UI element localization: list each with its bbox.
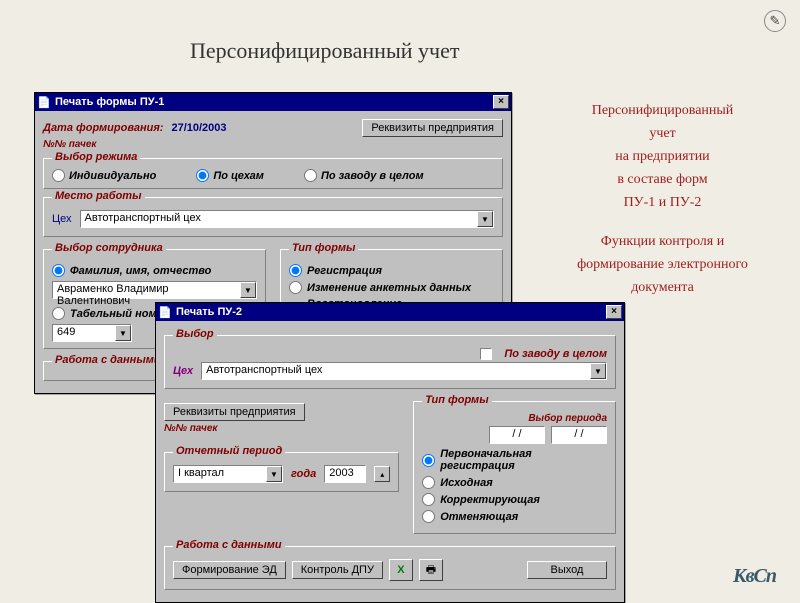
corner-badge-icon: ✎ [764, 10, 786, 32]
side-description: Персонифицированный учет на предприятии … [540, 100, 785, 300]
shop-select[interactable]: Автотранспортный цех ▼ [201, 362, 607, 380]
checkbox-whole-factory[interactable] [480, 348, 492, 360]
select-value: Автотранспортный цех [206, 364, 322, 376]
window-title: Печать формы ПУ-1 [55, 96, 493, 108]
radio-fio[interactable]: Фамилия, имя, отчество [52, 264, 257, 277]
radio-by-shop[interactable]: По цехам [196, 169, 264, 182]
radio-label: Фамилия, имя, отчество [70, 265, 211, 277]
radio-whole-factory[interactable]: По заводу в целом [304, 169, 424, 182]
group-legend: Отчетный период [173, 445, 285, 457]
radio-label: По цехам [213, 170, 264, 182]
fio-select[interactable]: Авраменко Владимир Валентинович ▼ [52, 281, 257, 299]
group-report-period: Отчетный период I квартал ▼ года 2003 ▴ [164, 452, 399, 492]
group-legend: Выбор сотрудника [52, 242, 166, 254]
input-value: / / [512, 428, 521, 440]
packs-label: №№ пачек [43, 139, 96, 150]
radio-label: Исходная [440, 477, 493, 489]
tabno-select[interactable]: 649 ▼ [52, 324, 132, 342]
group-legend: Место работы [52, 190, 145, 202]
radio-individual[interactable]: Индивидуально [52, 169, 156, 182]
side-line: Функции контроля и [540, 231, 785, 252]
side-line: документа [540, 277, 785, 298]
select-value: I квартал [178, 467, 224, 479]
date-from-input[interactable]: / / [489, 426, 545, 444]
packs-label: №№ пачек [164, 423, 217, 434]
system-menu-icon[interactable]: 📄 [37, 95, 51, 109]
group-work-data: Работа с данными Формирование ЭД Контрол… [164, 546, 616, 590]
radio-label: Корректирующая [440, 494, 540, 506]
close-button[interactable]: × [493, 95, 509, 109]
date-to-input[interactable]: / / [551, 426, 607, 444]
close-button[interactable]: × [606, 305, 622, 319]
quarter-select[interactable]: I квартал ▼ [173, 465, 283, 483]
chevron-down-icon[interactable]: ▼ [477, 211, 493, 227]
group-legend: Работа с данными [173, 539, 285, 551]
side-line: ПУ-1 и ПУ-2 [540, 192, 785, 213]
select-value: 649 [57, 326, 75, 338]
chevron-down-icon[interactable]: ▼ [240, 282, 256, 298]
system-menu-icon[interactable]: 📄 [158, 305, 172, 319]
period-select-label: Выбор периода [528, 413, 607, 424]
group-legend: Тип формы [422, 394, 491, 406]
titlebar[interactable]: 📄 Печать ПУ-2 × [156, 303, 624, 321]
radio-label: По заводу в целом [321, 170, 424, 182]
input-value: / / [574, 428, 583, 440]
exit-button[interactable]: Выход [527, 561, 607, 579]
date-label: Дата формирования: [43, 122, 163, 134]
chevron-down-icon[interactable]: ▼ [266, 466, 282, 482]
radio-label: Изменение анкетных данных [307, 282, 471, 294]
radio-label: Отменяющая [440, 511, 518, 523]
requisites-button[interactable]: Реквизиты предприятия [164, 403, 305, 421]
side-line: Персонифицированный [540, 100, 785, 121]
group-legend: Выбор [173, 328, 217, 340]
radio-change-data[interactable]: Изменение анкетных данных [289, 281, 494, 294]
spinner-up-icon[interactable]: ▴ [374, 466, 390, 482]
shop-label: Цех [173, 365, 193, 377]
radio-label: Индивидуально [69, 170, 156, 182]
requisites-button[interactable]: Реквизиты предприятия [362, 119, 503, 137]
side-line: на предприятии [540, 146, 785, 167]
group-form-type: Тип формы Выбор периода / / / / Первонач… [413, 401, 616, 534]
year-input[interactable]: 2003 [324, 465, 366, 483]
control-dpu-button[interactable]: Контроль ДПУ [292, 561, 383, 579]
window-pu2: 📄 Печать ПУ-2 × Выбор По заводу в целом … [155, 302, 625, 603]
titlebar[interactable]: 📄 Печать формы ПУ-1 × [35, 93, 511, 111]
radio-correcting[interactable]: Корректирующая [422, 493, 607, 506]
side-line: в составе форм [540, 169, 785, 190]
window-title: Печать ПУ-2 [176, 306, 606, 318]
print-button[interactable]: 🖶 [419, 559, 443, 581]
checkbox-label: По заводу в целом [504, 348, 607, 360]
logo: КвСп [733, 565, 776, 588]
radio-initial-reg[interactable]: Первоначальная регистрация [422, 448, 607, 472]
shop-select[interactable]: Автотранспортный цех ▼ [80, 210, 494, 228]
group-mode: Выбор режима Индивидуально По цехам По з… [43, 158, 503, 189]
select-value: Автотранспортный цех [85, 212, 201, 224]
form-ed-button[interactable]: Формирование ЭД [173, 561, 286, 579]
excel-icon: X [397, 564, 404, 576]
excel-export-button[interactable]: X [389, 559, 413, 581]
group-workplace: Место работы Цех Автотранспортный цех ▼ [43, 197, 503, 237]
group-legend: Выбор режима [52, 151, 140, 163]
input-value: 2003 [329, 467, 353, 479]
shop-label: Цех [52, 213, 72, 225]
group-legend: Тип формы [289, 242, 358, 254]
radio-cancelling[interactable]: Отменяющая [422, 510, 607, 523]
radio-registration[interactable]: Регистрация [289, 264, 494, 277]
group-legend: Работа с данными [52, 354, 164, 366]
side-line: учет [540, 123, 785, 144]
chevron-down-icon[interactable]: ▼ [115, 325, 131, 341]
select-value: Авраменко Владимир Валентинович [57, 283, 169, 307]
printer-icon: 🖶 [426, 561, 436, 580]
side-line: формирование электронного [540, 254, 785, 275]
date-value: 27/10/2003 [171, 122, 226, 134]
radio-label: Регистрация [307, 265, 382, 277]
year-label: года [291, 468, 316, 480]
radio-source[interactable]: Исходная [422, 476, 607, 489]
chevron-down-icon[interactable]: ▼ [590, 363, 606, 379]
group-select: Выбор По заводу в целом Цех Автотранспор… [164, 335, 616, 389]
radio-label: Первоначальная регистрация [440, 448, 607, 472]
slide-title: Персонифицированный учет [190, 38, 459, 64]
